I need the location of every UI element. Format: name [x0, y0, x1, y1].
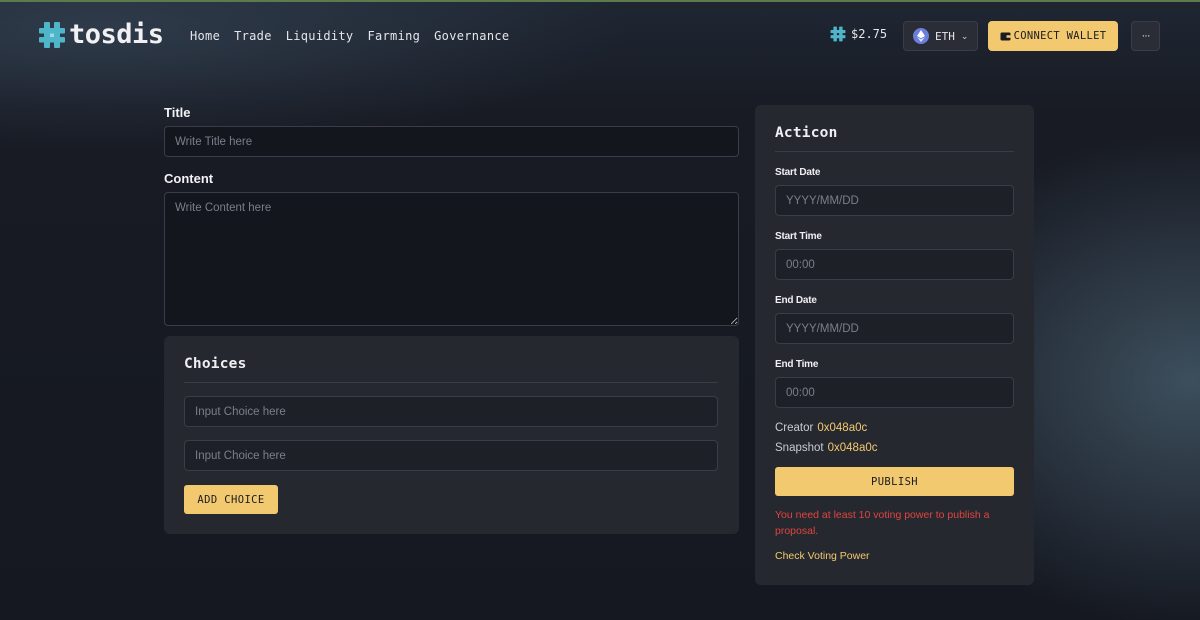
wallet-icon [1000, 32, 1011, 41]
end-date-label: End Date [775, 295, 817, 306]
price-value: $2.75 [851, 27, 888, 41]
nav-liquidity[interactable]: Liquidity [286, 28, 354, 44]
choices-card: Choices ADD CHOICE [164, 336, 739, 534]
creator-address[interactable]: 0x048a0c [817, 422, 867, 434]
more-options-button[interactable]: ··· [1131, 21, 1160, 51]
connect-wallet-label: CONNECT WALLET [1013, 30, 1107, 42]
action-divider [775, 151, 1014, 152]
ethereum-icon [913, 28, 929, 44]
content-textarea[interactable] [164, 192, 739, 326]
token-price: $2.75 [830, 26, 887, 42]
start-time-input[interactable] [775, 249, 1014, 280]
more-dots-icon: ··· [1141, 30, 1151, 42]
connect-wallet-button[interactable]: CONNECT WALLET [988, 21, 1118, 51]
choices-divider [184, 382, 718, 383]
publish-button[interactable]: PUBLISH [775, 467, 1014, 496]
add-choice-button[interactable]: ADD CHOICE [184, 485, 278, 514]
check-voting-power-link[interactable]: Check Voting Power [775, 550, 870, 562]
nav-governance[interactable]: Governance [434, 28, 509, 44]
nav-home[interactable]: Home [190, 28, 220, 44]
main-nav: Home Trade Liquidity Farming Governance [190, 28, 509, 44]
network-label: ETH [935, 29, 955, 43]
snapshot-label: Snapshot [775, 442, 824, 454]
top-navbar: tosdis Home Trade Liquidity Farming Gove… [0, 0, 1200, 72]
choice-input-2[interactable] [184, 440, 718, 471]
end-time-label: End Time [775, 359, 819, 370]
nav-trade[interactable]: Trade [234, 28, 272, 44]
end-date-input[interactable] [775, 313, 1014, 344]
action-card: Acticon Start Date Start Time End Date E… [755, 105, 1034, 585]
chevron-down-icon: ⌄ [960, 30, 969, 41]
choice-input-1[interactable] [184, 396, 718, 427]
voting-power-error: You need at least 10 voting power to pub… [775, 509, 990, 537]
creator-label: Creator [775, 422, 814, 434]
content-label: Content [164, 171, 214, 186]
snapshot-value[interactable]: 0x048a0c [828, 442, 878, 454]
title-input[interactable] [164, 126, 739, 157]
brand-name: tosdis [69, 19, 164, 50]
nav-farming[interactable]: Farming [367, 28, 420, 44]
end-time-input[interactable] [775, 377, 1014, 408]
network-selector[interactable]: ETH ⌄ [903, 21, 978, 51]
token-hash-icon [830, 26, 846, 42]
title-label: Title [164, 105, 191, 120]
start-date-input[interactable] [775, 185, 1014, 216]
snapshot-row: Snapshot 0x048a0c [775, 442, 877, 454]
hash-logo-icon [39, 22, 65, 48]
start-time-label: Start Time [775, 231, 822, 242]
brand-logo[interactable]: tosdis [38, 20, 164, 50]
start-date-label: Start Date [775, 167, 821, 178]
choices-heading: Choices [184, 356, 247, 372]
action-heading: Acticon [775, 125, 838, 141]
creator-row: Creator 0x048a0c [775, 422, 867, 434]
